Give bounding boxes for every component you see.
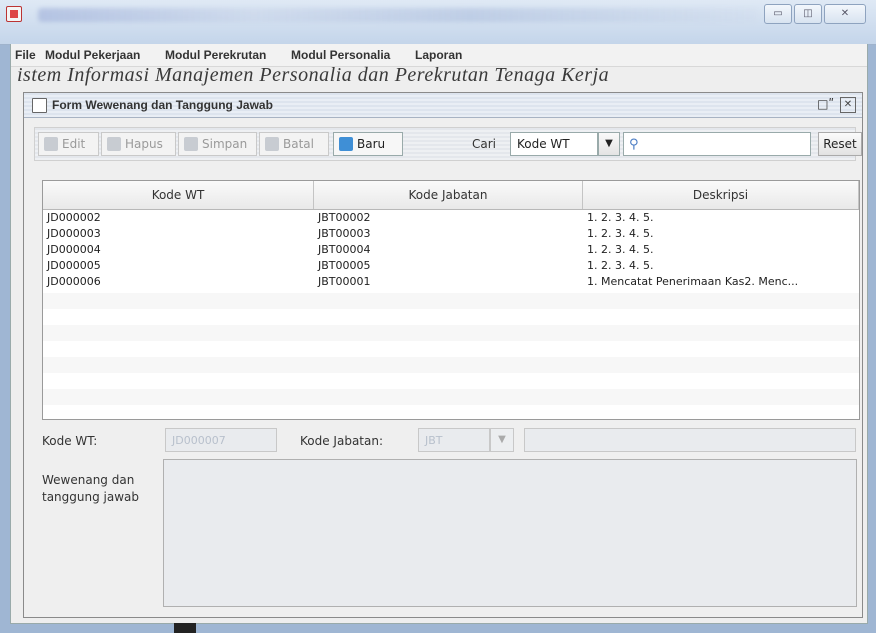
cell-deskripsi: 1. 2. 3. 4. 5. bbox=[587, 211, 654, 224]
table-row[interactable]: JD000006 JBT00001 1. Mencatat Penerimaan… bbox=[43, 274, 859, 290]
menu-modul-personalia[interactable]: Modul Personalia bbox=[291, 48, 390, 62]
search-input[interactable]: ⚲ bbox=[623, 132, 811, 156]
cell-kode-wt: JD000006 bbox=[47, 275, 101, 288]
chevron-down-icon[interactable]: ▼ bbox=[490, 428, 514, 452]
baru-label: Baru bbox=[357, 137, 386, 151]
cell-kode-jabatan: JBT00002 bbox=[318, 211, 371, 224]
taskbar-blur bbox=[38, 8, 758, 22]
table-row[interactable]: JD000005 JBT00005 1. 2. 3. 4. 5. bbox=[43, 258, 859, 274]
frame-title: Form Wewenang dan Tanggung Jawab bbox=[52, 98, 273, 112]
kode-jabatan-combo[interactable]: JBT bbox=[418, 428, 490, 452]
cell-kode-wt: JD000002 bbox=[47, 211, 101, 224]
cell-kode-wt: JD000004 bbox=[47, 243, 101, 256]
table-row[interactable]: JD000003 JBT00003 1. 2. 3. 4. 5. bbox=[43, 226, 859, 242]
column-header-deskripsi[interactable]: Deskripsi bbox=[583, 181, 859, 209]
app-icon bbox=[6, 6, 22, 22]
cell-deskripsi: 1. 2. 3. 4. 5. bbox=[587, 243, 654, 256]
search-field-select[interactable]: Kode WT bbox=[510, 132, 598, 156]
cell-kode-wt: JD000003 bbox=[47, 227, 101, 240]
table-body: JD000002 JBT00002 1. 2. 3. 4. 5. JD00000… bbox=[43, 210, 859, 290]
delete-icon bbox=[107, 137, 121, 151]
simpan-label: Simpan bbox=[202, 137, 248, 151]
menu-modul-perekrutan[interactable]: Modul Perekrutan bbox=[165, 48, 266, 62]
internal-frame-titlebar[interactable]: Form Wewenang dan Tanggung Jawab □ʺ ✕ bbox=[24, 93, 862, 118]
app-banner: istem Informasi Manajemen Personalia dan… bbox=[17, 64, 610, 86]
close-button[interactable]: ✕ bbox=[824, 4, 866, 24]
internal-frame: Form Wewenang dan Tanggung Jawab □ʺ ✕ Ed… bbox=[23, 92, 863, 618]
column-header-kode-wt[interactable]: Kode WT bbox=[43, 181, 314, 209]
new-icon bbox=[339, 137, 353, 151]
kode-wt-field[interactable]: JD000007 bbox=[165, 428, 277, 452]
jabatan-name-field[interactable] bbox=[524, 428, 856, 452]
cancel-icon bbox=[265, 137, 279, 151]
cell-kode-jabatan: JBT00003 bbox=[318, 227, 371, 240]
edit-label: Edit bbox=[62, 137, 86, 151]
cell-deskripsi: 1. Mencatat Penerimaan Kas2. Menc... bbox=[587, 275, 799, 288]
cell-kode-jabatan: JBT00001 bbox=[318, 275, 371, 288]
batal-button[interactable]: Batal bbox=[259, 132, 329, 156]
save-icon bbox=[184, 137, 198, 151]
cari-label: Cari bbox=[472, 137, 496, 151]
batal-label: Batal bbox=[283, 137, 314, 151]
cell-deskripsi: 1. 2. 3. 4. 5. bbox=[587, 227, 654, 240]
edit-icon bbox=[44, 137, 58, 151]
simpan-button[interactable]: Simpan bbox=[178, 132, 257, 156]
reset-button[interactable]: Reset bbox=[818, 132, 862, 156]
hapus-label: Hapus bbox=[125, 137, 163, 151]
maximize-button[interactable]: ◫ bbox=[794, 4, 822, 24]
cell-kode-jabatan: JBT00004 bbox=[318, 243, 371, 256]
frame-icon bbox=[32, 98, 47, 113]
restore-icon[interactable]: □ʺ bbox=[817, 97, 834, 111]
column-header-kode-jabatan[interactable]: Kode Jabatan bbox=[314, 181, 583, 209]
cell-deskripsi: 1. 2. 3. 4. 5. bbox=[587, 259, 654, 272]
window-titlebar: ▭ ◫ ✕ bbox=[0, 0, 876, 45]
frame-close-icon[interactable]: ✕ bbox=[840, 97, 856, 113]
window-controls: ▭ ◫ ✕ bbox=[764, 4, 866, 24]
edit-button[interactable]: Edit bbox=[38, 132, 99, 156]
data-table[interactable]: Kode WT Kode Jabatan Deskripsi JD000002 … bbox=[42, 180, 860, 420]
search-icon: ⚲ bbox=[629, 137, 639, 152]
minimize-button[interactable]: ▭ bbox=[764, 4, 792, 24]
wewenang-label-line2: tanggung jawab bbox=[42, 490, 140, 504]
hapus-button[interactable]: Hapus bbox=[101, 132, 176, 156]
baru-button[interactable]: Baru bbox=[333, 132, 403, 156]
kode-jabatan-label: Kode Jabatan: bbox=[300, 434, 383, 448]
chevron-down-icon[interactable]: ▼ bbox=[598, 132, 620, 156]
menu-modul-pekerjaan[interactable]: Modul Pekerjaan bbox=[45, 48, 140, 62]
table-empty-area bbox=[43, 291, 859, 419]
table-row[interactable]: JD000004 JBT00004 1. 2. 3. 4. 5. bbox=[43, 242, 859, 258]
table-header: Kode WT Kode Jabatan Deskripsi bbox=[43, 181, 859, 210]
background-artifact bbox=[174, 623, 196, 633]
wewenang-textarea[interactable] bbox=[163, 459, 857, 607]
menu-file[interactable]: File bbox=[15, 48, 36, 62]
wewenang-label-line1: Wewenang dan bbox=[42, 473, 135, 487]
table-row[interactable]: JD000002 JBT00002 1. 2. 3. 4. 5. bbox=[43, 210, 859, 226]
cell-kode-jabatan: JBT00005 bbox=[318, 259, 371, 272]
toolbar: Edit Hapus Simpan Batal Baru Cari Kode W… bbox=[34, 127, 862, 161]
menu-laporan[interactable]: Laporan bbox=[415, 48, 462, 62]
cell-kode-wt: JD000005 bbox=[47, 259, 101, 272]
kode-wt-label: Kode WT: bbox=[42, 434, 98, 448]
